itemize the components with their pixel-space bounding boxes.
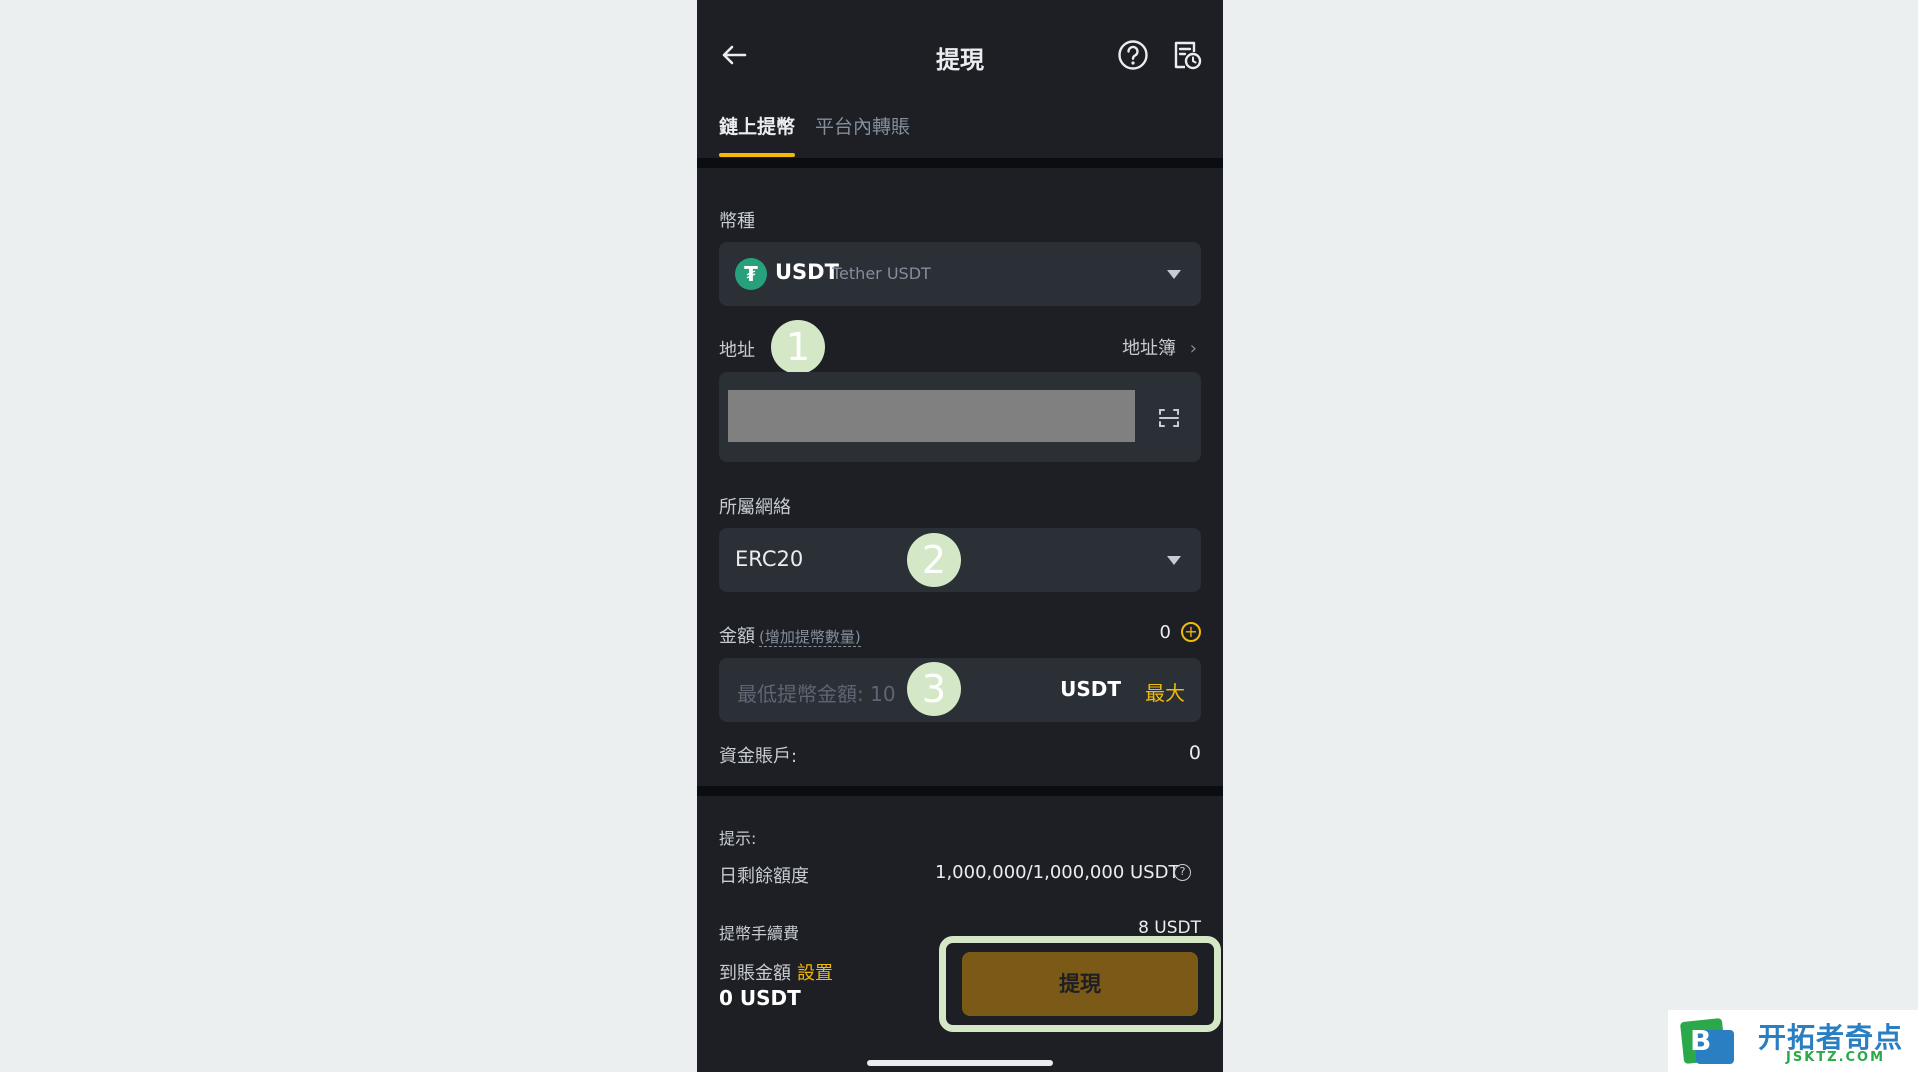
coin-full-name: Tether USDT bbox=[832, 264, 931, 283]
section-divider bbox=[697, 786, 1223, 796]
coin-select[interactable]: ₮ USDT Tether USDT bbox=[719, 242, 1201, 306]
received-label: 到賬金額 bbox=[719, 963, 791, 984]
daily-limit-label: 日剩餘額度 bbox=[719, 866, 809, 887]
watermark-logo-letter: B bbox=[1690, 1024, 1711, 1057]
tab-internal-transfer[interactable]: 平台內轉賬 bbox=[815, 112, 910, 139]
daily-limit-value: 1,000,000/1,000,000 USDT bbox=[935, 862, 1180, 883]
network-label: 所屬網絡 bbox=[719, 497, 791, 518]
received-label-row: 到賬金額 設置 bbox=[719, 959, 833, 985]
fee-value: 8 USDT bbox=[1138, 918, 1201, 938]
active-tab-indicator bbox=[719, 153, 795, 157]
received-value: 0 USDT bbox=[719, 986, 801, 1010]
max-button[interactable]: 最大 bbox=[1145, 677, 1185, 706]
help-icon[interactable] bbox=[1117, 39, 1149, 71]
watermark-logo-icon: B bbox=[1680, 1018, 1734, 1064]
scan-icon[interactable] bbox=[1157, 406, 1181, 430]
address-book-label: 地址簿 bbox=[1122, 338, 1177, 359]
watermark-subtitle: JSKTZ.COM bbox=[1786, 1050, 1886, 1065]
amount-label-row: 金額 (增加提幣數量) bbox=[719, 622, 861, 648]
section-divider bbox=[697, 158, 1223, 168]
funding-account-label: 資金賬戶: bbox=[719, 746, 798, 767]
top-bar: 提現 bbox=[697, 0, 1223, 112]
step-2-badge: 2 bbox=[907, 533, 961, 587]
watermark: B 开拓者奇点 JSKTZ.COM bbox=[1668, 1010, 1918, 1072]
fee-label: 提幣手續費 bbox=[719, 924, 800, 943]
funding-account-value: 0 bbox=[1188, 742, 1201, 764]
coin-label: 幣種 bbox=[719, 211, 755, 232]
network-value: ERC20 bbox=[735, 547, 804, 571]
address-redacted bbox=[728, 390, 1135, 442]
amount-unit: USDT bbox=[1060, 677, 1121, 701]
coin-symbol: USDT bbox=[775, 260, 839, 284]
amount-label: 金額 bbox=[719, 626, 755, 647]
amount-count: 0 bbox=[1159, 622, 1171, 643]
settings-link[interactable]: 設置 bbox=[797, 963, 833, 984]
plus-circle-icon[interactable]: + bbox=[1181, 622, 1201, 642]
address-book-link[interactable]: 地址簿 › bbox=[1122, 334, 1197, 360]
caret-down-icon bbox=[1167, 556, 1181, 565]
step-3-badge: 3 bbox=[907, 662, 961, 716]
submit-highlight-frame bbox=[939, 936, 1221, 1032]
amount-hint-link[interactable]: (增加提幣數量) bbox=[759, 628, 861, 647]
tips-title: 提示: bbox=[719, 829, 757, 848]
address-label: 地址 bbox=[719, 340, 755, 361]
tether-icon: ₮ bbox=[735, 258, 767, 290]
address-input[interactable] bbox=[719, 372, 1201, 462]
tab-onchain-withdraw[interactable]: 鏈上提幣 bbox=[719, 112, 795, 139]
home-indicator bbox=[867, 1060, 1053, 1066]
withdraw-screen: 提現 鏈上提幣 平台內轉賬 幣種 ₮ USDT Tether USDT 地址 1… bbox=[697, 0, 1223, 1072]
caret-down-icon bbox=[1167, 270, 1181, 279]
history-document-icon[interactable] bbox=[1171, 39, 1203, 71]
question-circle-icon[interactable]: ? bbox=[1174, 864, 1191, 881]
chevron-right-icon: › bbox=[1189, 338, 1197, 359]
amount-placeholder: 最低提幣金額: 10 bbox=[737, 682, 896, 706]
step-1-badge: 1 bbox=[771, 320, 825, 374]
